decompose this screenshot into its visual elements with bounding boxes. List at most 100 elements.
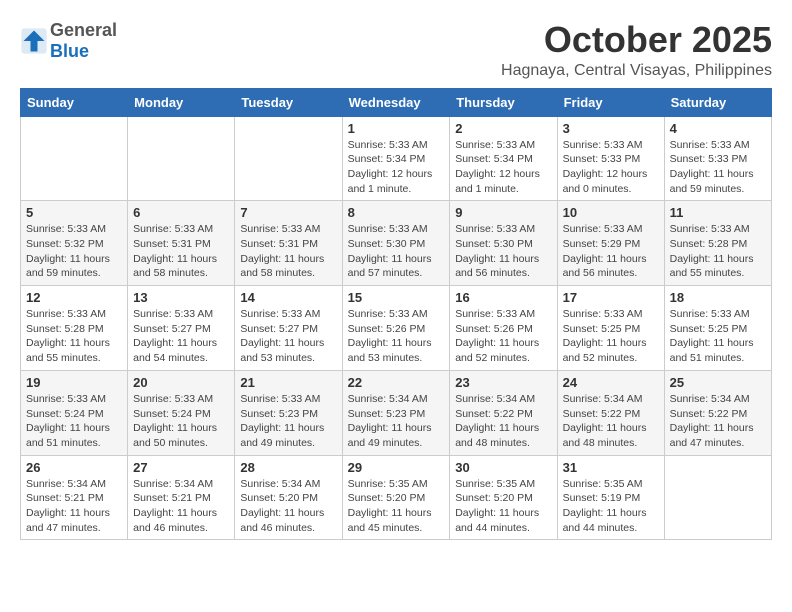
day-number: 17 bbox=[563, 290, 659, 305]
day-info: Sunrise: 5:33 AM Sunset: 5:25 PM Dayligh… bbox=[563, 307, 659, 366]
day-number: 11 bbox=[670, 205, 766, 220]
day-number: 19 bbox=[26, 375, 122, 390]
calendar-week-row: 12Sunrise: 5:33 AM Sunset: 5:28 PM Dayli… bbox=[21, 286, 772, 371]
day-number: 24 bbox=[563, 375, 659, 390]
calendar-cell bbox=[21, 116, 128, 201]
day-info: Sunrise: 5:33 AM Sunset: 5:27 PM Dayligh… bbox=[240, 307, 336, 366]
title-area: October 2025 Hagnaya, Central Visayas, P… bbox=[501, 20, 772, 80]
calendar-header-row: Sunday Monday Tuesday Wednesday Thursday… bbox=[21, 88, 772, 116]
calendar-cell: 8 Sunrise: 5:33 AM Sunset: 5:30 PM Daylig… bbox=[342, 201, 450, 286]
day-number: 5 bbox=[26, 205, 122, 220]
day-number: 20 bbox=[133, 375, 229, 390]
header-wednesday: Wednesday bbox=[342, 88, 450, 116]
day-info: Sunrise: 5:33 AM Sunset: 5:34 PM Dayligh… bbox=[348, 138, 445, 197]
calendar-cell bbox=[664, 455, 771, 540]
day-number: 27 bbox=[133, 460, 229, 475]
day-info: Sunrise: 5:33 AM Sunset: 5:28 PM Dayligh… bbox=[26, 307, 122, 366]
calendar-cell: 4 Sunrise: 5:33 AM Sunset: 5:33 PM Daylig… bbox=[664, 116, 771, 201]
day-number: 1 bbox=[348, 121, 445, 136]
calendar-cell: 23 Sunrise: 5:34 AM Sunset: 5:22 PM Dayli… bbox=[450, 370, 557, 455]
calendar-cell: 18Sunrise: 5:33 AM Sunset: 5:25 PM Dayli… bbox=[664, 286, 771, 371]
day-info: Sunrise: 5:33 AM Sunset: 5:33 PM Dayligh… bbox=[670, 138, 766, 197]
logo-blue-text: Blue bbox=[50, 41, 89, 61]
day-info: Sunrise: 5:33 AM Sunset: 5:32 PM Dayligh… bbox=[26, 222, 122, 281]
page-container: General Blue October 2025 Hagnaya, Centr… bbox=[0, 0, 792, 550]
day-number: 28 bbox=[240, 460, 336, 475]
day-info: Sunrise: 5:33 AM Sunset: 5:34 PM Dayligh… bbox=[455, 138, 551, 197]
day-info: Sunrise: 5:33 AM Sunset: 5:30 PM Dayligh… bbox=[348, 222, 445, 281]
calendar-cell: 13Sunrise: 5:33 AM Sunset: 5:27 PM Dayli… bbox=[128, 286, 235, 371]
day-info: Sunrise: 5:34 AM Sunset: 5:22 PM Dayligh… bbox=[563, 392, 659, 451]
day-info: Sunrise: 5:34 AM Sunset: 5:22 PM Dayligh… bbox=[670, 392, 766, 451]
calendar-cell: 3Sunrise: 5:33 AM Sunset: 5:33 PM Daylig… bbox=[557, 116, 664, 201]
day-info: Sunrise: 5:33 AM Sunset: 5:23 PM Dayligh… bbox=[240, 392, 336, 451]
day-number: 29 bbox=[348, 460, 445, 475]
calendar-cell: 5 Sunrise: 5:33 AM Sunset: 5:32 PM Daylig… bbox=[21, 201, 128, 286]
calendar-cell bbox=[128, 116, 235, 201]
day-number: 15 bbox=[348, 290, 445, 305]
calendar-cell: 1 Sunrise: 5:33 AM Sunset: 5:34 PM Daylig… bbox=[342, 116, 450, 201]
calendar-cell: 30 Sunrise: 5:35 AM Sunset: 5:20 PM Dayli… bbox=[450, 455, 557, 540]
day-info: Sunrise: 5:33 AM Sunset: 5:26 PM Dayligh… bbox=[348, 307, 445, 366]
day-info: Sunrise: 5:33 AM Sunset: 5:31 PM Dayligh… bbox=[133, 222, 229, 281]
calendar-cell: 20Sunrise: 5:33 AM Sunset: 5:24 PM Dayli… bbox=[128, 370, 235, 455]
location-subtitle: Hagnaya, Central Visayas, Philippines bbox=[501, 62, 772, 80]
calendar-week-row: 5 Sunrise: 5:33 AM Sunset: 5:32 PM Daylig… bbox=[21, 201, 772, 286]
day-number: 23 bbox=[455, 375, 551, 390]
calendar-table: Sunday Monday Tuesday Wednesday Thursday… bbox=[20, 88, 772, 541]
calendar-cell: 7 Sunrise: 5:33 AM Sunset: 5:31 PM Daylig… bbox=[235, 201, 342, 286]
day-number: 9 bbox=[455, 205, 551, 220]
day-number: 25 bbox=[670, 375, 766, 390]
day-info: Sunrise: 5:33 AM Sunset: 5:31 PM Dayligh… bbox=[240, 222, 336, 281]
calendar-cell: 6 Sunrise: 5:33 AM Sunset: 5:31 PM Daylig… bbox=[128, 201, 235, 286]
calendar-week-row: 19 Sunrise: 5:33 AM Sunset: 5:24 PM Dayli… bbox=[21, 370, 772, 455]
day-info: Sunrise: 5:33 AM Sunset: 5:24 PM Dayligh… bbox=[26, 392, 122, 451]
calendar-week-row: 26 Sunrise: 5:34 AM Sunset: 5:21 PM Dayli… bbox=[21, 455, 772, 540]
calendar-cell: 31 Sunrise: 5:35 AM Sunset: 5:19 PM Dayli… bbox=[557, 455, 664, 540]
logo: General Blue bbox=[20, 20, 117, 62]
calendar-cell: 12Sunrise: 5:33 AM Sunset: 5:28 PM Dayli… bbox=[21, 286, 128, 371]
header-friday: Friday bbox=[557, 88, 664, 116]
calendar-cell: 9 Sunrise: 5:33 AM Sunset: 5:30 PM Daylig… bbox=[450, 201, 557, 286]
calendar-cell: 25 Sunrise: 5:34 AM Sunset: 5:22 PM Dayli… bbox=[664, 370, 771, 455]
day-info: Sunrise: 5:35 AM Sunset: 5:20 PM Dayligh… bbox=[348, 477, 445, 536]
calendar-week-row: 1 Sunrise: 5:33 AM Sunset: 5:34 PM Daylig… bbox=[21, 116, 772, 201]
day-number: 22 bbox=[348, 375, 445, 390]
header: General Blue October 2025 Hagnaya, Centr… bbox=[20, 20, 772, 80]
calendar-cell: 11 Sunrise: 5:33 AM Sunset: 5:28 PM Dayli… bbox=[664, 201, 771, 286]
calendar-cell: 14 Sunrise: 5:33 AM Sunset: 5:27 PM Dayli… bbox=[235, 286, 342, 371]
header-tuesday: Tuesday bbox=[235, 88, 342, 116]
day-number: 6 bbox=[133, 205, 229, 220]
day-info: Sunrise: 5:33 AM Sunset: 5:27 PM Dayligh… bbox=[133, 307, 229, 366]
day-info: Sunrise: 5:34 AM Sunset: 5:22 PM Dayligh… bbox=[455, 392, 551, 451]
calendar-cell: 21Sunrise: 5:33 AM Sunset: 5:23 PM Dayli… bbox=[235, 370, 342, 455]
day-info: Sunrise: 5:33 AM Sunset: 5:30 PM Dayligh… bbox=[455, 222, 551, 281]
day-number: 26 bbox=[26, 460, 122, 475]
day-info: Sunrise: 5:35 AM Sunset: 5:20 PM Dayligh… bbox=[455, 477, 551, 536]
day-number: 14 bbox=[240, 290, 336, 305]
calendar-cell: 2Sunrise: 5:33 AM Sunset: 5:34 PM Daylig… bbox=[450, 116, 557, 201]
logo-icon bbox=[20, 27, 48, 55]
calendar-cell: 28 Sunrise: 5:34 AM Sunset: 5:20 PM Dayli… bbox=[235, 455, 342, 540]
day-info: Sunrise: 5:33 AM Sunset: 5:25 PM Dayligh… bbox=[670, 307, 766, 366]
day-number: 30 bbox=[455, 460, 551, 475]
day-info: Sunrise: 5:35 AM Sunset: 5:19 PM Dayligh… bbox=[563, 477, 659, 536]
day-info: Sunrise: 5:33 AM Sunset: 5:26 PM Dayligh… bbox=[455, 307, 551, 366]
day-number: 16 bbox=[455, 290, 551, 305]
header-thursday: Thursday bbox=[450, 88, 557, 116]
day-info: Sunrise: 5:34 AM Sunset: 5:20 PM Dayligh… bbox=[240, 477, 336, 536]
header-monday: Monday bbox=[128, 88, 235, 116]
day-number: 4 bbox=[670, 121, 766, 136]
day-number: 7 bbox=[240, 205, 336, 220]
calendar-cell: 26 Sunrise: 5:34 AM Sunset: 5:21 PM Dayli… bbox=[21, 455, 128, 540]
day-number: 3 bbox=[563, 121, 659, 136]
day-number: 31 bbox=[563, 460, 659, 475]
day-info: Sunrise: 5:34 AM Sunset: 5:21 PM Dayligh… bbox=[133, 477, 229, 536]
calendar-cell: 10Sunrise: 5:33 AM Sunset: 5:29 PM Dayli… bbox=[557, 201, 664, 286]
day-info: Sunrise: 5:34 AM Sunset: 5:21 PM Dayligh… bbox=[26, 477, 122, 536]
day-info: Sunrise: 5:33 AM Sunset: 5:28 PM Dayligh… bbox=[670, 222, 766, 281]
day-number: 8 bbox=[348, 205, 445, 220]
calendar-cell: 19 Sunrise: 5:33 AM Sunset: 5:24 PM Dayli… bbox=[21, 370, 128, 455]
month-title: October 2025 bbox=[501, 20, 772, 60]
day-info: Sunrise: 5:33 AM Sunset: 5:29 PM Dayligh… bbox=[563, 222, 659, 281]
